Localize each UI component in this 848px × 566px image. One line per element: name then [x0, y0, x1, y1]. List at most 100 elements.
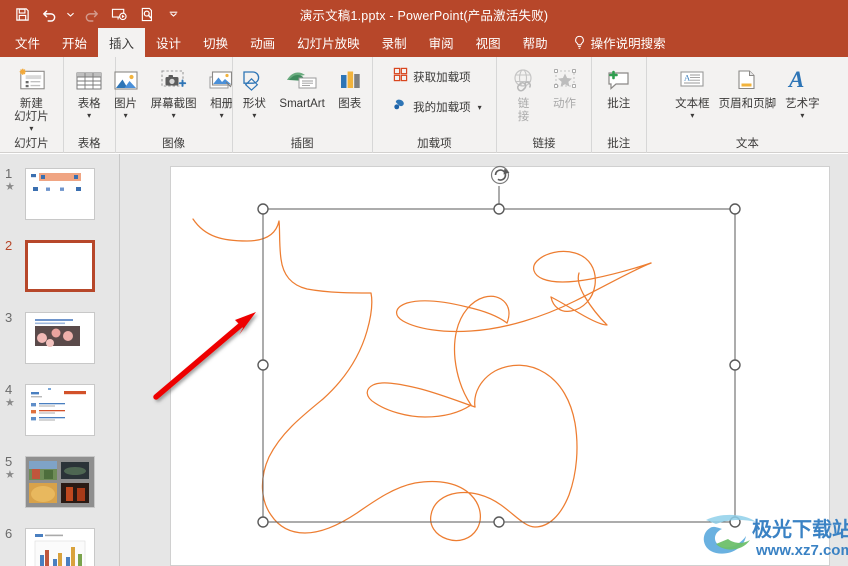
ribbon-group-comments: 批注 批注 — [590, 57, 646, 153]
shapes-chevron-down-icon[interactable]: ▾ — [252, 112, 256, 120]
undo-icon[interactable] — [36, 1, 64, 27]
ribbon: 新建 幻灯片 ▾ 幻灯片 表格 ▾ 表格 图片 ▾ 屏幕截图 ▾ 相册 ▾ 图像… — [0, 57, 848, 153]
quick-access-toolbar — [8, 0, 180, 28]
wordart-icon: A — [787, 62, 817, 96]
thumbnail-number: 3 — [5, 310, 13, 325]
photo-album-chevron-down-icon[interactable]: ▾ — [220, 112, 224, 120]
new-slide-chevron-down-icon[interactable]: ▾ — [29, 125, 33, 133]
thumbnail-number: 4 — [5, 382, 13, 397]
table-chevron-down-icon[interactable]: ▾ — [87, 112, 91, 120]
smartart-icon — [283, 62, 321, 96]
chart-label: 图表 — [338, 98, 362, 110]
thumbnail-slide-1[interactable] — [25, 168, 95, 220]
tab-review[interactable]: 审阅 — [418, 28, 465, 57]
text-box-button[interactable]: A 文本框 ▾ — [671, 60, 714, 120]
action-icon — [549, 62, 581, 96]
action-button[interactable]: 动作 — [545, 60, 585, 111]
screenshot-label: 屏幕截图 — [150, 98, 197, 110]
new-slide-label-line1: 新建 — [19, 98, 43, 110]
smartart-button[interactable]: SmartArt — [275, 60, 328, 111]
ribbon-tab-bar: 文件 开始 插入 设计 切换 动画 幻灯片放映 录制 审阅 视图 帮助 操作说明… — [0, 28, 848, 57]
tab-slideshow[interactable]: 幻灯片放映 — [286, 28, 371, 57]
ribbon-group-slides: 新建 幻灯片 ▾ 幻灯片 — [0, 57, 63, 153]
chart-icon — [335, 62, 365, 96]
wordart-button[interactable]: A 艺术字 ▾ — [781, 60, 824, 120]
tab-insert[interactable]: 插入 — [98, 28, 146, 57]
slideshow-icon[interactable] — [105, 1, 133, 27]
thumbnail-number: 6 — [5, 526, 13, 541]
action-label: 动作 — [553, 98, 577, 110]
ribbon-group-images: 图片 ▾ 屏幕截图 ▾ 相册 ▾ 图像 — [114, 57, 233, 153]
lightbulb-icon — [573, 35, 586, 50]
tab-design[interactable]: 设计 — [145, 28, 192, 57]
picture-button[interactable]: 图片 ▾ — [106, 60, 146, 120]
smartart-label: SmartArt — [279, 98, 325, 110]
tab-view[interactable]: 视图 — [465, 28, 512, 57]
ribbon-group-label-links: 链接 — [532, 138, 556, 150]
get-addins-label: 获取加载项 — [413, 72, 471, 84]
list-item[interactable]: 3 — [0, 310, 120, 384]
screenshot-chevron-down-icon[interactable]: ▾ — [172, 112, 176, 120]
shapes-button[interactable]: 形状 ▾ — [234, 60, 274, 120]
tab-home[interactable]: 开始 — [51, 28, 98, 57]
tab-transitions[interactable]: 切换 — [192, 28, 239, 57]
get-addins-button[interactable]: 获取加载项 — [390, 66, 485, 88]
list-item[interactable]: 1 ★ — [0, 166, 120, 240]
my-addins-chevron-down-icon[interactable]: ▾ — [478, 103, 482, 112]
link-label-line1: 链 — [517, 98, 530, 110]
new-slide-button[interactable]: 新建 幻灯片 ▾ — [10, 60, 53, 133]
watermark-text: 极光下载站 — [752, 517, 848, 541]
thumbnail-slide-2[interactable] — [25, 240, 95, 292]
ribbon-group-label-tables: 表格 — [77, 138, 101, 150]
tab-file[interactable]: 文件 — [4, 28, 51, 57]
slide-canvas[interactable] — [170, 166, 830, 566]
list-item[interactable]: 5 ★ — [0, 454, 120, 528]
watermark-logo-icon — [703, 514, 756, 554]
tab-record[interactable]: 录制 — [371, 28, 418, 57]
picture-chevron-down-icon[interactable]: ▾ — [124, 112, 128, 120]
customize-qat-chevron-down-icon[interactable] — [167, 1, 180, 27]
list-item[interactable]: 4 ★ — [0, 382, 120, 456]
thumbnail-star-icon: ★ — [5, 181, 15, 193]
table-label: 表格 — [77, 98, 101, 110]
shapes-label: 形状 — [242, 98, 266, 110]
thumbnail-number: 5 — [5, 454, 13, 469]
thumbnail-star-icon: ★ — [5, 469, 15, 481]
textbox-icon: A — [677, 62, 707, 96]
list-item[interactable]: 2 — [0, 238, 120, 312]
tab-animations[interactable]: 动画 — [239, 28, 286, 57]
my-addins-icon — [393, 97, 408, 117]
thumbnail-star-icon: ★ — [5, 397, 15, 409]
freeform-drawing[interactable] — [171, 167, 830, 566]
wordart-chevron-down-icon[interactable]: ▾ — [800, 112, 804, 120]
thumbnail-slide-5[interactable] — [25, 456, 95, 508]
table-icon — [73, 62, 105, 96]
ribbon-group-addins: 获取加载项 我的加载项 ▾ 加载项 — [371, 57, 497, 153]
text-box-chevron-down-icon[interactable]: ▾ — [690, 112, 694, 120]
print-preview-icon[interactable] — [133, 1, 161, 27]
thumbnail-slide-3[interactable] — [25, 312, 95, 364]
list-item[interactable]: 6 — [0, 526, 120, 566]
link-button[interactable]: 链 接 — [504, 60, 544, 124]
store-icon — [393, 67, 408, 87]
picture-label: 图片 — [114, 98, 138, 110]
tell-me-search[interactable]: 操作说明搜索 — [559, 28, 666, 57]
my-addins-button[interactable]: 我的加载项 ▾ — [390, 96, 485, 118]
watermark-url: www.xz7.com — [755, 542, 848, 559]
workspace: 1 ★ 2 3 4 ★ 5 ★ 6 — [0, 154, 848, 566]
slide-thumbnail-pane[interactable]: 1 ★ 2 3 4 ★ 5 ★ 6 — [0, 154, 120, 566]
screenshot-button[interactable]: 屏幕截图 ▾ — [147, 60, 201, 120]
tab-help[interactable]: 帮助 — [512, 28, 559, 57]
undo-dropdown-chevron-down-icon[interactable] — [64, 1, 77, 27]
header-footer-button[interactable]: 页眉和页脚 — [715, 60, 781, 111]
wordart-label: 艺术字 — [785, 98, 820, 110]
thumbnail-slide-4[interactable] — [25, 384, 95, 436]
thumbnail-slide-6[interactable] — [25, 528, 95, 566]
ribbon-group-label-text: 文本 — [735, 138, 759, 150]
ribbon-group-links: 链 接 动作 链接 — [496, 57, 591, 153]
svg-text:A: A — [787, 68, 804, 92]
save-icon[interactable] — [8, 1, 36, 27]
new-comment-button[interactable]: 批注 — [599, 60, 639, 111]
link-icon — [508, 62, 540, 96]
chart-button[interactable]: 图表 — [330, 60, 370, 111]
